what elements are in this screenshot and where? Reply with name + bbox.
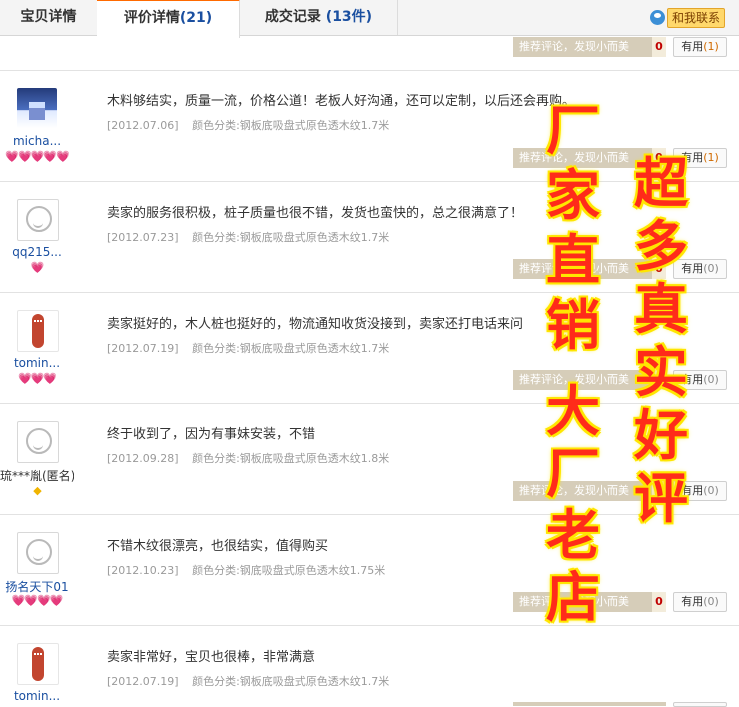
useful-count: (1) — [703, 151, 719, 164]
review-date: [2012.09.28] — [107, 452, 179, 465]
useful-count: (0) — [703, 484, 719, 497]
review-item: 扬名天下01 💗💗💗💗 不错木纹很漂亮，也很结实，值得购买 [2012.10.2… — [0, 514, 739, 626]
contact-seller-button[interactable]: 和我联系 — [649, 6, 725, 28]
recommend-button[interactable]: 推荐评论，发现小而美 0 — [513, 148, 666, 168]
tab-count: (21) — [179, 10, 213, 26]
recommend-button[interactable]: 推荐评论，发现小而美 0 — [513, 481, 666, 501]
review-comment: 卖家的服务很积极，桩子质量也很不错，发货也蛮快的，总之很满意了！ — [107, 206, 524, 221]
review-item: qq215... 💗 卖家的服务很积极，桩子质量也很不错，发货也蛮快的，总之很满… — [0, 181, 739, 293]
useful-button[interactable] — [673, 702, 727, 707]
recommend-count: 0 — [652, 148, 666, 168]
credit-hearts-icon: 💗💗💗💗💗 — [5, 150, 69, 163]
review-item-partial: 推荐评论，发现小而美 0 有用(1) — [0, 36, 739, 71]
review-date: [2012.10.23] — [107, 564, 179, 577]
review-variant: 颜色分类:钢底吸盘式原色透木纹1.75米 — [192, 564, 386, 577]
review-date: [2012.07.23] — [107, 231, 179, 244]
recommend-label: 推荐评论，发现小而美 — [519, 151, 629, 164]
review-item: tomin... 卖家非常好，宝贝也很棒，非常满意 [2012.07.19] 颜… — [0, 625, 739, 707]
tab-label: 宝贝详情 — [20, 9, 77, 25]
review-meta: [2012.07.19] 颜色分类:钢板底吸盘式原色透木纹1.7米 — [107, 340, 389, 356]
useful-label: 有用 — [681, 262, 704, 275]
recommend-count: 0 — [652, 481, 666, 501]
recommend-button[interactable]: 推荐评论，发现小而美 0 — [513, 592, 666, 612]
review-variant: 颜色分类:钢板底吸盘式原色透木纹1.7米 — [192, 342, 390, 355]
recommend-label: 推荐评论，发现小而美 — [519, 262, 629, 275]
tab-transactions[interactable]: 成交记录 (13件) — [240, 0, 398, 35]
review-meta: [2012.07.06] 颜色分类:钢板底吸盘式原色透木纹1.7米 — [107, 117, 389, 133]
useful-label: 有用 — [681, 151, 704, 164]
review-variant: 颜色分类:钢板底吸盘式原色透木纹1.7米 — [192, 675, 390, 688]
useful-button[interactable]: 有用(0) — [673, 370, 727, 390]
useful-label: 有用 — [681, 484, 704, 497]
review-comment: 不错木纹很漂亮，也很结实，值得购买 — [107, 539, 329, 554]
useful-count: (0) — [703, 595, 719, 608]
review-meta: [2012.07.19] 颜色分类:钢板底吸盘式原色透木纹1.7米 — [107, 673, 389, 689]
recommend-label: 推荐评论，发现小而美 — [519, 373, 629, 386]
useful-label: 有用 — [681, 373, 704, 386]
wangwang-icon — [649, 10, 665, 25]
reviewer-name[interactable]: qq215... — [0, 245, 74, 259]
avatar[interactable] — [17, 88, 57, 128]
contact-label: 和我联系 — [666, 7, 725, 28]
useful-label: 有用 — [681, 595, 704, 608]
tab-label: 评价详情 — [123, 10, 180, 26]
useful-button[interactable]: 有用(0) — [673, 481, 727, 501]
review-date: [2012.07.19] — [107, 675, 179, 688]
useful-label: 有用 — [681, 40, 704, 53]
review-meta: [2012.07.23] 颜色分类:钢板底吸盘式原色透木纹1.7米 — [107, 229, 389, 245]
reviewer-name[interactable]: tomin... — [0, 689, 74, 703]
useful-button[interactable]: 有用(0) — [673, 592, 727, 612]
review-variant: 颜色分类:钢板底吸盘式原色透木纹1.7米 — [192, 119, 390, 132]
credit-hearts-icon: 💗💗💗 — [17, 372, 57, 385]
recommend-button[interactable]: 推荐评论，发现小而美 0 — [513, 259, 666, 279]
avatar[interactable] — [17, 643, 59, 685]
tab-bar: 宝贝详情 评价详情(21) 成交记录 (13件) 和我联系 — [0, 0, 739, 38]
review-comment: 卖家非常好，宝贝也很棒，非常满意 — [107, 650, 316, 665]
credit-hearts-icon: 💗💗💗💗 — [11, 594, 64, 607]
reviewer-name[interactable]: tomin... — [0, 356, 74, 370]
default-avatar-icon[interactable] — [17, 532, 59, 574]
avatar[interactable] — [17, 310, 59, 352]
useful-count: (1) — [703, 40, 719, 53]
credit-hearts-icon: 💗 — [30, 261, 45, 274]
recommend-count: 0 — [652, 37, 666, 57]
tab-count: (13件) — [325, 9, 373, 25]
reviewer-name[interactable]: 扬名天下01 — [0, 578, 74, 595]
useful-button[interactable]: 有用(1) — [673, 148, 727, 168]
recommend-label: 推荐评论，发现小而美 — [519, 484, 629, 497]
review-meta: [2012.09.28] 颜色分类:钢板底吸盘式原色透木纹1.8米 — [107, 450, 389, 466]
review-item: 琉***胤(匿名) ◆ 终于收到了，因为有事妹安装，不错 [2012.09.28… — [0, 403, 739, 515]
useful-count: (0) — [703, 262, 719, 275]
credit-diamond-icon: ◆ — [33, 484, 41, 497]
review-comment: 卖家挺好的，木人桩也挺好的，物流通知收货没接到，卖家还打电话来问 — [107, 317, 524, 332]
default-avatar-icon[interactable] — [17, 421, 59, 463]
review-variant: 颜色分类:钢板底吸盘式原色透木纹1.8米 — [192, 452, 390, 465]
review-variant: 颜色分类:钢板底吸盘式原色透木纹1.7米 — [192, 231, 390, 244]
recommend-label: 推荐评论，发现小而美 — [519, 595, 629, 608]
reviewer-name: 琉***胤(匿名) — [0, 469, 74, 483]
review-comment: 终于收到了，因为有事妹安装，不错 — [107, 427, 316, 442]
review-date: [2012.07.06] — [107, 119, 179, 132]
review-date: [2012.07.19] — [107, 342, 179, 355]
recommend-count: 0 — [652, 592, 666, 612]
recommend-count: 0 — [652, 370, 666, 390]
useful-button[interactable]: 有用(1) — [673, 37, 727, 57]
useful-button[interactable]: 有用(0) — [673, 259, 727, 279]
tab-item-details[interactable]: 宝贝详情 — [0, 0, 98, 35]
review-item: micha... 💗💗💗💗💗 木料够结实，质量一流，价格公道！老板人好沟通，还可… — [0, 70, 739, 182]
recommend-button[interactable]: 推荐评论，发现小而美 0 — [513, 37, 666, 57]
useful-count: (0) — [703, 373, 719, 386]
review-item: tomin... 💗💗💗 卖家挺好的，木人桩也挺好的，物流通知收货没接到，卖家还… — [0, 292, 739, 404]
recommend-label: 推荐评论，发现小而美 — [519, 40, 629, 53]
review-meta: [2012.10.23] 颜色分类:钢底吸盘式原色透木纹1.75米 — [107, 562, 385, 578]
review-comment: 木料够结实，质量一流，价格公道！老板人好沟通，还可以定制，以后还会再购。 — [107, 94, 576, 109]
tab-reviews[interactable]: 评价详情(21) — [97, 0, 240, 38]
recommend-count: 0 — [652, 259, 666, 279]
tab-label: 成交记录 — [264, 9, 326, 25]
reviewer-name[interactable]: micha... — [0, 134, 74, 148]
recommend-button[interactable] — [513, 702, 666, 706]
default-avatar-icon[interactable] — [17, 199, 59, 241]
recommend-button[interactable]: 推荐评论，发现小而美 0 — [513, 370, 666, 390]
